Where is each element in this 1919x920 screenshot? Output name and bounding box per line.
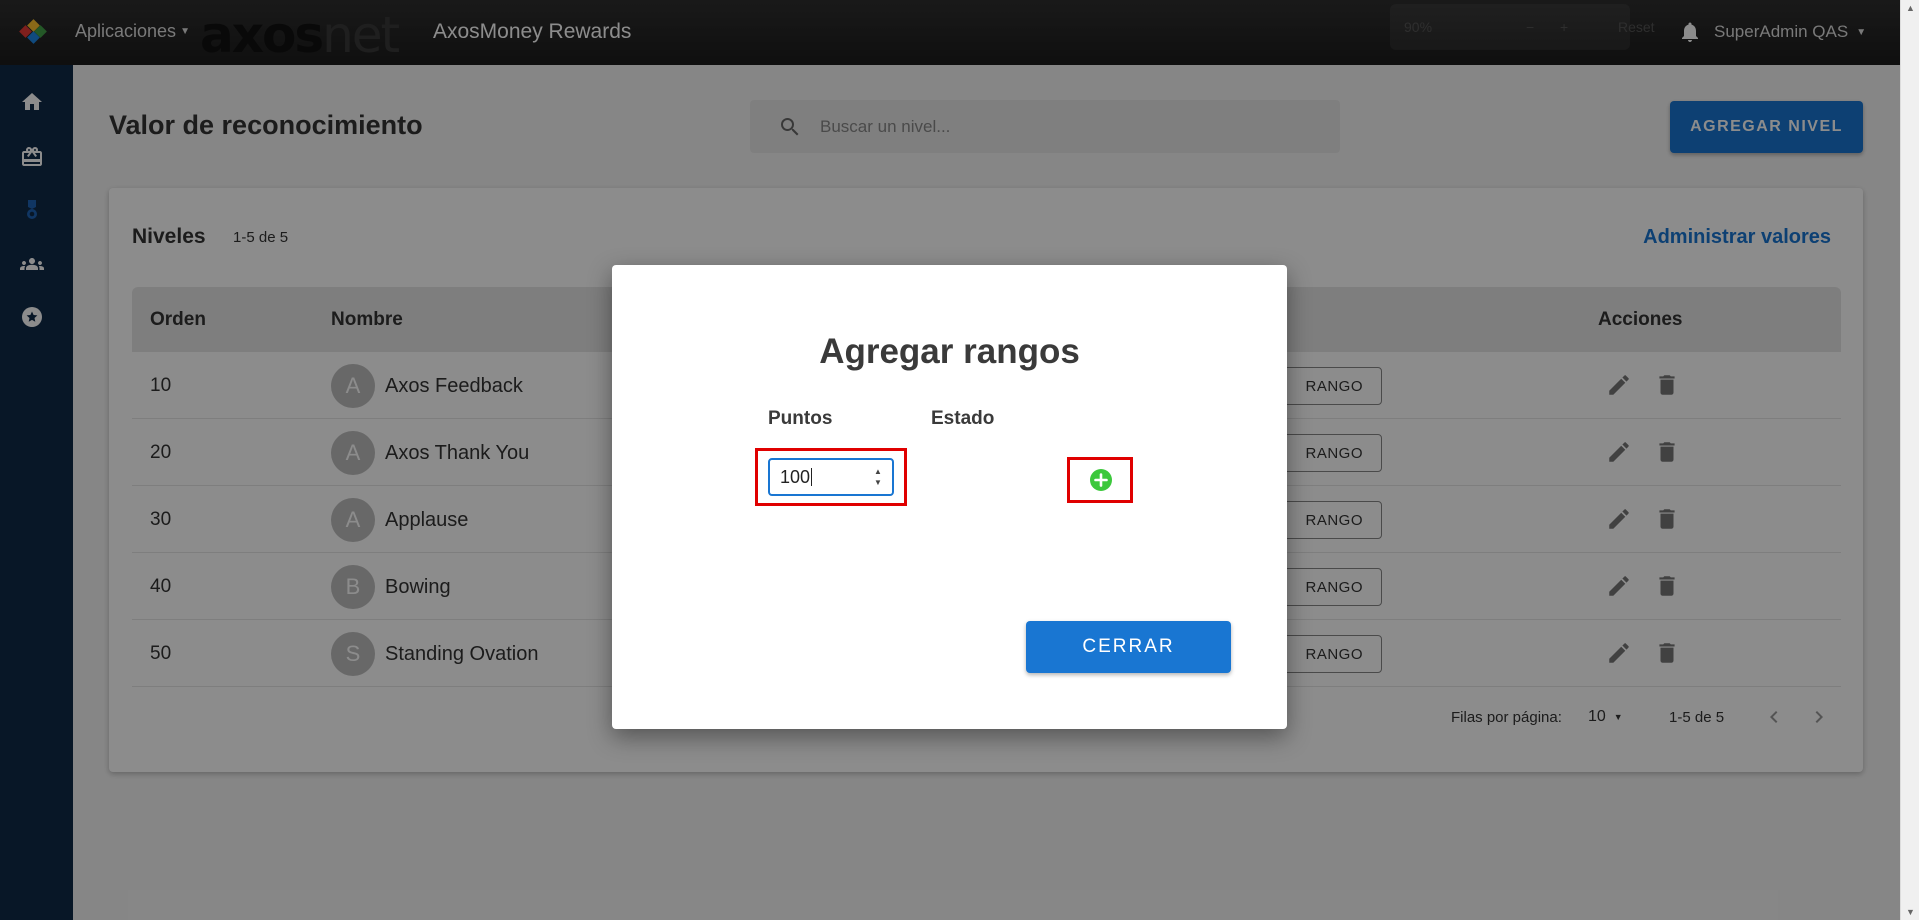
- page-scrollbar[interactable]: ▲ ▼: [1900, 0, 1919, 920]
- scroll-down-icon[interactable]: ▼: [1906, 907, 1915, 917]
- scroll-up-icon[interactable]: ▲: [1906, 3, 1915, 13]
- points-column-label: Puntos: [768, 408, 833, 429]
- points-spinner[interactable]: ▲ ▼: [874, 466, 882, 488]
- text-cursor: [811, 468, 813, 486]
- close-button[interactable]: CERRAR: [1026, 621, 1231, 673]
- status-column-label: Estado: [931, 408, 995, 429]
- add-ranges-dialog: Agregar rangos Puntos Estado 100 ▲ ▼ CER…: [612, 265, 1287, 729]
- spin-up-icon[interactable]: ▲: [874, 466, 882, 477]
- dialog-title: Agregar rangos: [819, 332, 1080, 371]
- points-input[interactable]: 100 ▲ ▼: [768, 458, 894, 496]
- points-input-value: 100: [780, 466, 811, 487]
- spin-down-icon[interactable]: ▼: [874, 477, 882, 488]
- add-circle-icon[interactable]: [1089, 468, 1113, 492]
